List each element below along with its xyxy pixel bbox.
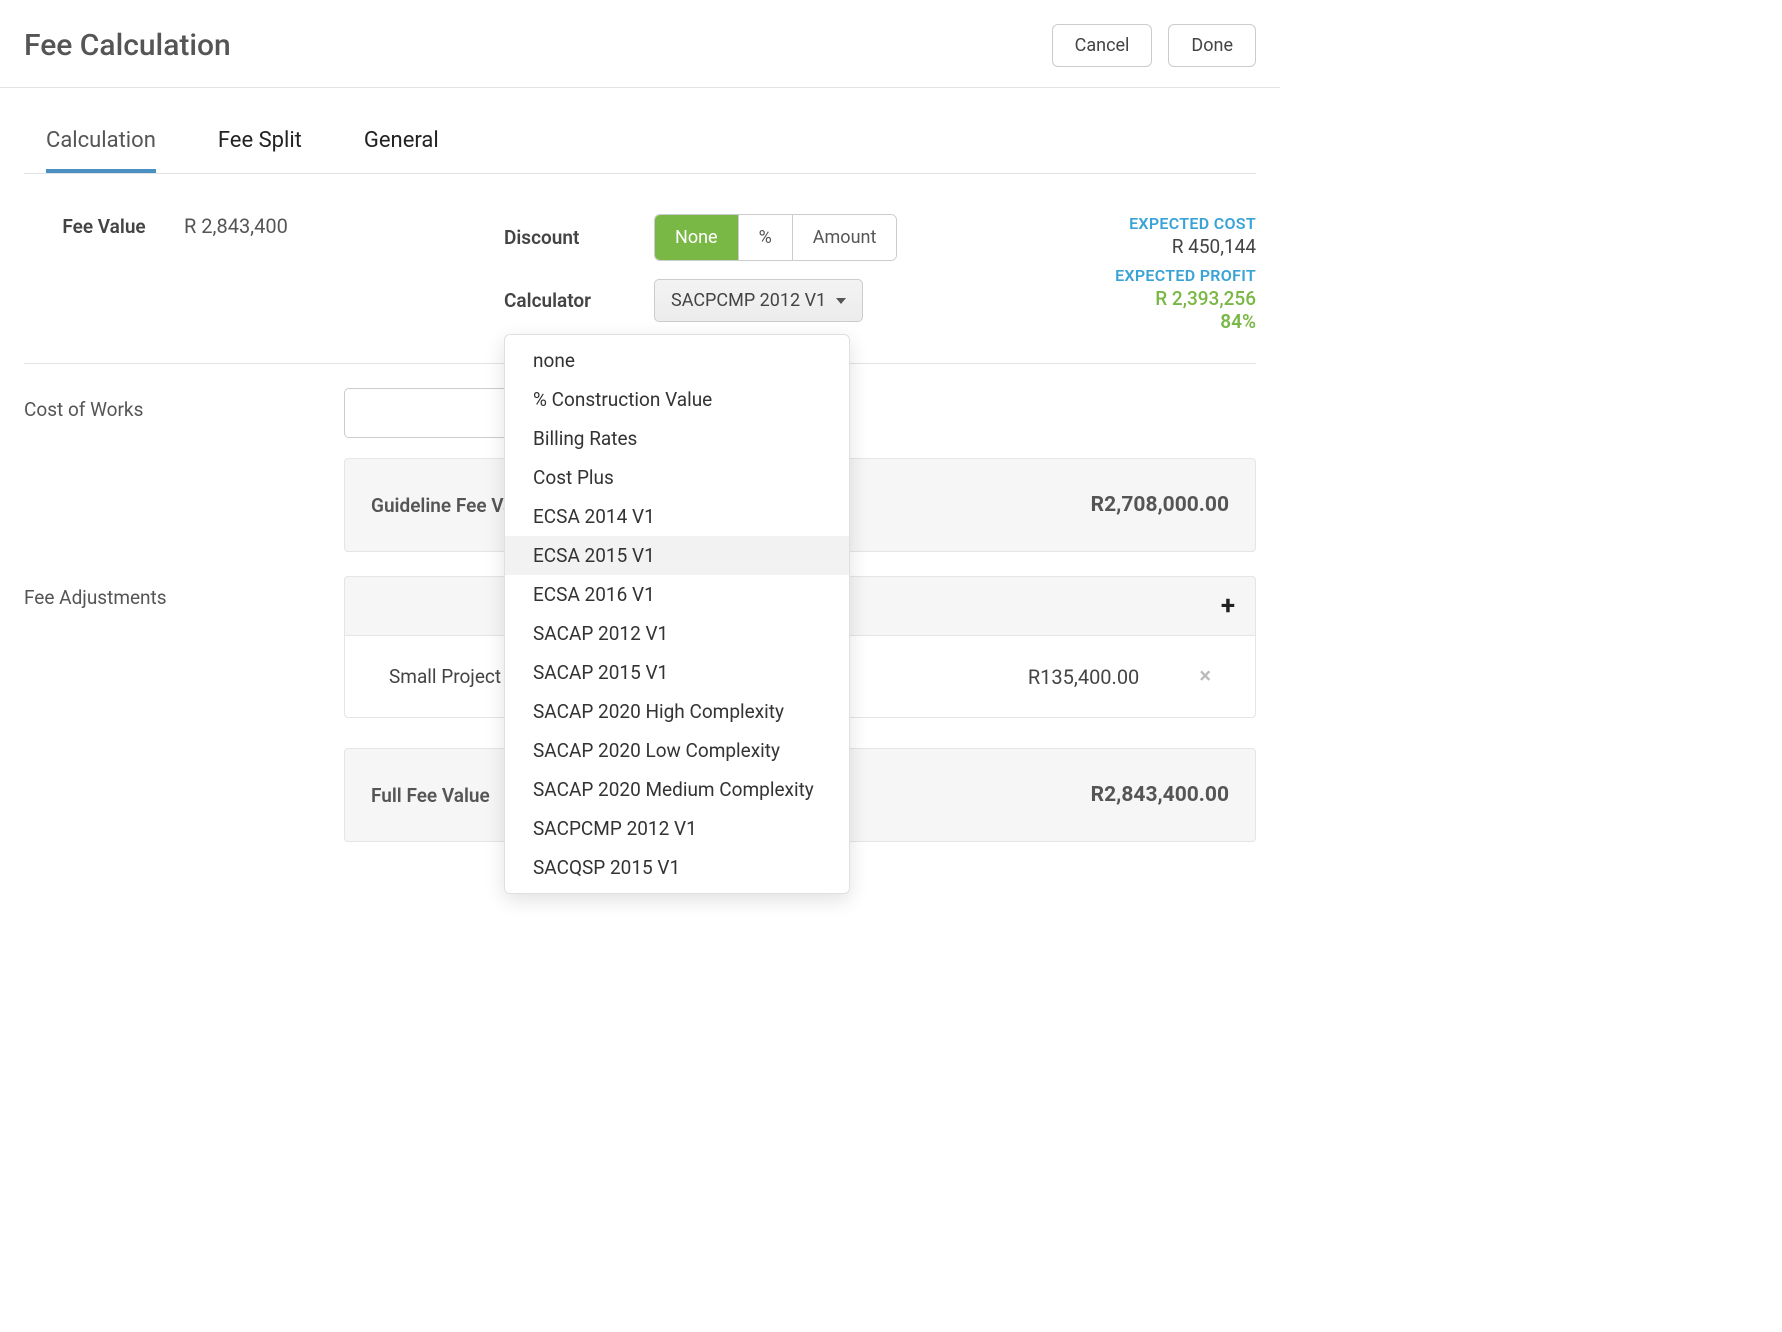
remove-adjustment-icon[interactable]: × [1199, 664, 1211, 689]
discount-none-button[interactable]: None [655, 215, 738, 260]
calculator-option[interactable]: none [505, 341, 849, 380]
expected-profit-value: R 2,393,256 [1026, 287, 1256, 310]
caret-down-icon [836, 298, 846, 304]
calculator-option[interactable]: ECSA 2015 V1 [505, 536, 849, 575]
fee-value-label: Fee Value [24, 215, 184, 238]
discount-amount-button[interactable]: Amount [792, 215, 897, 260]
expected-cost-value: R 450,144 [1026, 235, 1256, 258]
fee-value-amount: R 2,843,400 [184, 214, 344, 238]
calculator-option[interactable]: SACPCMP 2012 V1 [505, 809, 849, 848]
calculator-select[interactable]: SACPCMP 2012 V1 [654, 279, 863, 322]
discount-label: Discount [504, 226, 644, 249]
discount-toggle: None % Amount [654, 214, 897, 261]
calculator-option[interactable]: SACAP 2020 High Complexity [505, 692, 849, 731]
calculator-option[interactable]: SACAP 2020 Medium Complexity [505, 770, 849, 809]
calculator-selected-value: SACPCMP 2012 V1 [671, 290, 826, 311]
calculator-option[interactable]: Billing Rates [505, 419, 849, 458]
fee-adjustments-label: Fee Adjustments [24, 576, 344, 609]
adjustment-amount: R135,400.00 [1028, 665, 1139, 689]
cost-of-works-label: Cost of Works [24, 388, 344, 421]
cancel-button[interactable]: Cancel [1052, 24, 1153, 67]
page-title: Fee Calculation [24, 28, 231, 63]
calculator-option[interactable]: SACAP 2012 V1 [505, 614, 849, 653]
tab-fee-split[interactable]: Fee Split [218, 128, 302, 173]
calculator-option[interactable]: Cost Plus [505, 458, 849, 497]
calculator-option[interactable]: % Construction Value [505, 380, 849, 419]
stats-panel: EXPECTED COST R 450,144 EXPECTED PROFIT … [1026, 214, 1256, 333]
calculator-option[interactable]: SACAP 2020 Low Complexity [505, 731, 849, 770]
tabs: Calculation Fee Split General [24, 88, 1256, 174]
calculator-label: Calculator [504, 289, 644, 312]
calculator-option[interactable]: SACAP 2015 V1 [505, 653, 849, 692]
expected-profit-label: EXPECTED PROFIT [1026, 266, 1256, 285]
calculator-option[interactable]: ECSA 2014 V1 [505, 497, 849, 536]
full-fee-label: Full Fee Value [371, 784, 490, 807]
tab-calculation[interactable]: Calculation [46, 128, 156, 173]
full-fee-value: R2,843,400.00 [1091, 783, 1229, 807]
summary-row: Fee Value R 2,843,400 Discount None % Am… [24, 214, 1256, 364]
discount-percent-button[interactable]: % [738, 215, 792, 260]
header-actions: Cancel Done [1052, 24, 1256, 67]
expected-cost-label: EXPECTED COST [1026, 214, 1256, 233]
calculator-option[interactable]: ECSA 2016 V1 [505, 575, 849, 614]
calculator-dropdown: none % Construction Value Billing Rates … [504, 334, 850, 894]
calculator-option[interactable]: SACQSP 2015 V1 [505, 848, 849, 887]
tab-general[interactable]: General [364, 128, 439, 173]
expected-profit-percent: 84% [1026, 310, 1256, 333]
guideline-fee-value: R2,708,000.00 [1091, 493, 1229, 517]
done-button[interactable]: Done [1168, 24, 1256, 67]
add-adjustment-icon[interactable]: + [1221, 593, 1235, 619]
